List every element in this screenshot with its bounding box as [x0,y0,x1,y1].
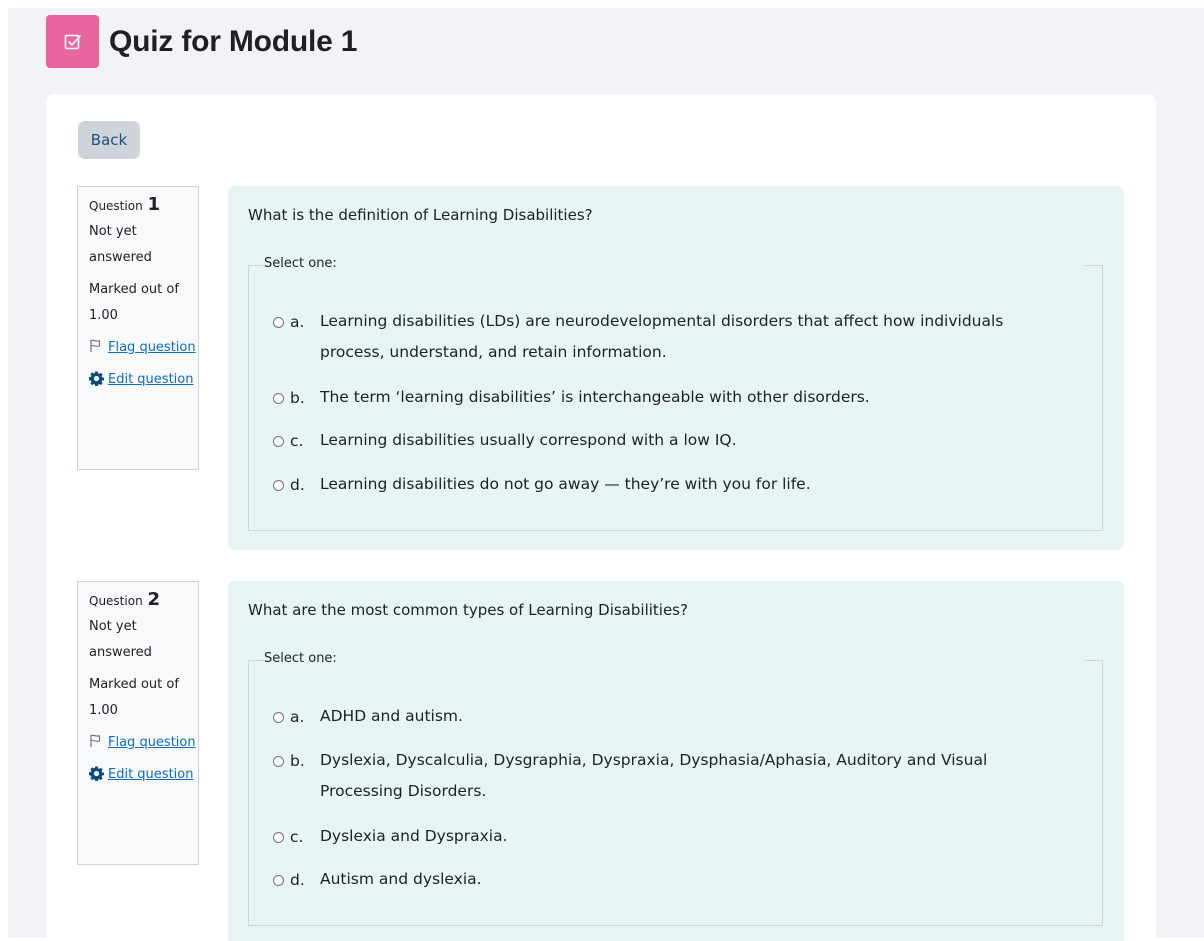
gear-icon [89,371,104,390]
fieldset-border [248,265,249,530]
radio-button[interactable] [273,756,284,767]
edit-question-row[interactable]: Edit question [89,762,198,788]
fieldset-border [1085,660,1103,661]
fieldset-border [248,265,264,266]
page-title: Quiz for Module 1 [109,24,358,58]
question-number: 1 [147,194,161,215]
question-prefix: Question [89,199,143,213]
radio-button[interactable] [273,875,284,886]
option-text[interactable]: ADHD and autism. [320,701,1060,732]
question-number: 2 [147,589,161,610]
option-letter: c. [290,828,304,846]
answer-option-a[interactable]: a. ADHD and autism. [273,707,1060,732]
answer-fieldset: Select one: a. ADHD and autism. b. Dysle… [248,651,1103,926]
option-text[interactable]: Learning disabilities usually correspond… [320,425,1060,456]
option-text[interactable]: Dyslexia and Dyspraxia. [320,821,1060,852]
question-prefix: Question [89,594,143,608]
select-one-prompt: Select one: [264,651,339,666]
option-letter: c. [290,432,304,450]
radio-button[interactable] [273,712,284,723]
radio-button[interactable] [273,436,284,447]
select-one-prompt: Select one: [264,256,339,271]
question-text: What is the definition of Learning Disab… [248,206,593,224]
flag-question-row[interactable]: Flag question [89,730,198,756]
radio-button[interactable] [273,832,284,843]
question-info-2: Question 2 Not yet answered Marked out o… [77,581,199,865]
option-text[interactable]: Learning disabilities (LDs) are neurodev… [320,306,1060,368]
flag-icon [89,734,103,752]
question-number-line: Question 2 [89,590,198,612]
answer-option-a[interactable]: a. Learning disabilities (LDs) are neuro… [273,312,1060,368]
flag-question-row[interactable]: Flag question [89,335,198,361]
option-letter: a. [290,313,305,331]
answer-option-c[interactable]: c. Learning disabilities usually corresp… [273,431,1060,456]
question-content-2: What are the most common types of Learni… [228,581,1124,941]
question-grade: Marked out of 1.00 [89,677,179,718]
option-letter: d. [290,871,305,889]
question-state: Not yet answered [89,619,152,660]
option-letter: a. [290,708,305,726]
answer-fieldset: Select one: a. Learning disabilities (LD… [248,256,1103,531]
answer-option-d[interactable]: d. Autism and dyslexia. [273,870,1060,895]
radio-button[interactable] [273,317,284,328]
question-text: What are the most common types of Learni… [248,601,688,619]
edit-question-link[interactable]: Edit question [108,367,193,393]
flag-question-link[interactable]: Flag question [108,730,196,756]
fieldset-border [1085,265,1103,266]
answer-option-b[interactable]: b. The term ‘learning disabilities’ is i… [273,388,1060,413]
option-text[interactable]: Learning disabilities do not go away — t… [320,469,1060,500]
option-letter: b. [290,389,305,407]
option-text[interactable]: Dyslexia, Dyscalculia, Dysgraphia, Dyspr… [320,745,1060,807]
fieldset-border [248,660,249,925]
radio-button[interactable] [273,393,284,404]
answer-option-d[interactable]: d. Learning disabilities do not go away … [273,475,1060,500]
page-header: Quiz for Module 1 [46,15,357,68]
edit-question-link[interactable]: Edit question [108,762,193,788]
option-letter: d. [290,476,305,494]
quiz-checkbox-icon [46,15,99,68]
question-number-line: Question 1 [89,195,198,217]
quiz-card: Back Question 1 Not yet answered Marked … [46,94,1156,941]
option-text[interactable]: Autism and dyslexia. [320,864,1060,895]
flag-icon [89,339,103,357]
edit-question-row[interactable]: Edit question [89,367,198,393]
option-text[interactable]: The term ‘learning disabilities’ is inte… [320,382,1060,413]
question-content-1: What is the definition of Learning Disab… [228,186,1124,550]
question-state: Not yet answered [89,224,152,265]
question-grade: Marked out of 1.00 [89,282,179,323]
answer-option-c[interactable]: c. Dyslexia and Dyspraxia. [273,827,1060,852]
fieldset-border [248,660,264,661]
flag-question-link[interactable]: Flag question [108,335,196,361]
gear-icon [89,766,104,785]
option-letter: b. [290,752,305,770]
radio-button[interactable] [273,480,284,491]
question-info-1: Question 1 Not yet answered Marked out o… [77,186,199,470]
answer-option-b[interactable]: b. Dyslexia, Dyscalculia, Dysgraphia, Dy… [273,751,1060,807]
back-button[interactable]: Back [78,121,140,159]
